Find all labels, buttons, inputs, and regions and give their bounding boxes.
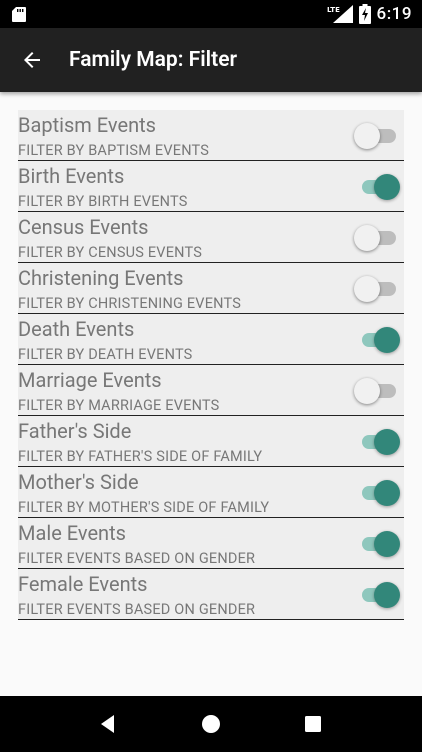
filter-row-baptism: Baptism Events FILTER BY BAPTISM EVENTS <box>18 110 404 161</box>
filter-list: Baptism Events FILTER BY BAPTISM EVENTS … <box>18 110 404 620</box>
filter-row-birth: Birth Events FILTER BY BIRTH EVENTS <box>18 161 404 212</box>
filter-title: Mother's Side <box>18 470 139 494</box>
filter-row-female: Female Events FILTER EVENTS BASED ON GEN… <box>18 569 404 620</box>
female-switch[interactable] <box>360 582 400 608</box>
male-switch[interactable] <box>360 531 400 557</box>
page-title: Family Map: Filter <box>69 48 238 72</box>
home-circle-icon[interactable] <box>199 712 223 736</box>
filter-title: Birth Events <box>18 164 125 188</box>
filter-row-death: Death Events FILTER BY DEATH EVENTS <box>18 314 404 365</box>
baptism-switch[interactable] <box>354 123 400 149</box>
filter-row-mothers-side: Mother's Side FILTER BY MOTHER'S SIDE OF… <box>18 467 404 518</box>
arrow-back-icon <box>24 52 40 68</box>
filter-title: Father's Side <box>18 419 132 443</box>
status-bar: LTE 6:19 <box>0 0 422 28</box>
filter-row-christening: Christening Events FILTER BY CHRISTENING… <box>18 263 404 314</box>
filter-subtitle: FILTER BY CENSUS EVENTS <box>18 244 203 261</box>
network-label: LTE <box>327 6 340 14</box>
filter-title: Marriage Events <box>18 368 162 392</box>
app-bar: Family Map: Filter <box>0 28 422 92</box>
filter-subtitle: FILTER BY FATHER'S SIDE OF FAMILY <box>18 448 263 465</box>
filter-title: Christening Events <box>18 266 184 290</box>
status-right: LTE 6:19 <box>327 4 412 24</box>
filter-subtitle: FILTER BY BAPTISM EVENTS <box>18 142 210 159</box>
lte-signal-icon: LTE <box>327 5 353 23</box>
filter-subtitle: FILTER EVENTS BASED ON GENDER <box>18 550 256 567</box>
nav-bar <box>0 696 422 752</box>
status-time: 6:19 <box>376 4 412 24</box>
back-button[interactable] <box>0 28 64 92</box>
marriage-switch[interactable] <box>354 378 400 404</box>
filter-subtitle: FILTER BY CHRISTENING EVENTS <box>18 295 242 312</box>
filter-subtitle: FILTER BY BIRTH EVENTS <box>18 193 188 210</box>
filter-subtitle: FILTER BY MOTHER'S SIDE OF FAMILY <box>18 499 270 516</box>
death-switch[interactable] <box>360 327 400 353</box>
filter-row-male: Male Events FILTER EVENTS BASED ON GENDE… <box>18 518 404 569</box>
filter-subtitle: FILTER BY DEATH EVENTS <box>18 346 193 363</box>
filter-title: Female Events <box>18 572 148 596</box>
filter-row-fathers-side: Father's Side FILTER BY FATHER'S SIDE OF… <box>18 416 404 467</box>
mothers-side-switch[interactable] <box>360 480 400 506</box>
filter-title: Census Events <box>18 215 149 239</box>
filter-subtitle: FILTER BY MARRIAGE EVENTS <box>18 397 220 414</box>
filter-title: Baptism Events <box>18 113 156 137</box>
filter-title: Male Events <box>18 521 126 545</box>
sd-card-icon <box>12 6 26 22</box>
census-switch[interactable] <box>354 225 400 251</box>
birth-switch[interactable] <box>360 174 400 200</box>
christening-switch[interactable] <box>354 276 400 302</box>
status-left <box>12 6 26 22</box>
back-triangle-icon[interactable] <box>97 712 121 736</box>
battery-icon <box>358 4 371 24</box>
filter-title: Death Events <box>18 317 135 341</box>
filter-subtitle: FILTER EVENTS BASED ON GENDER <box>18 601 256 618</box>
filter-row-marriage: Marriage Events FILTER BY MARRIAGE EVENT… <box>18 365 404 416</box>
recents-square-icon[interactable] <box>301 712 325 736</box>
fathers-side-switch[interactable] <box>360 429 400 455</box>
filter-row-census: Census Events FILTER BY CENSUS EVENTS <box>18 212 404 263</box>
